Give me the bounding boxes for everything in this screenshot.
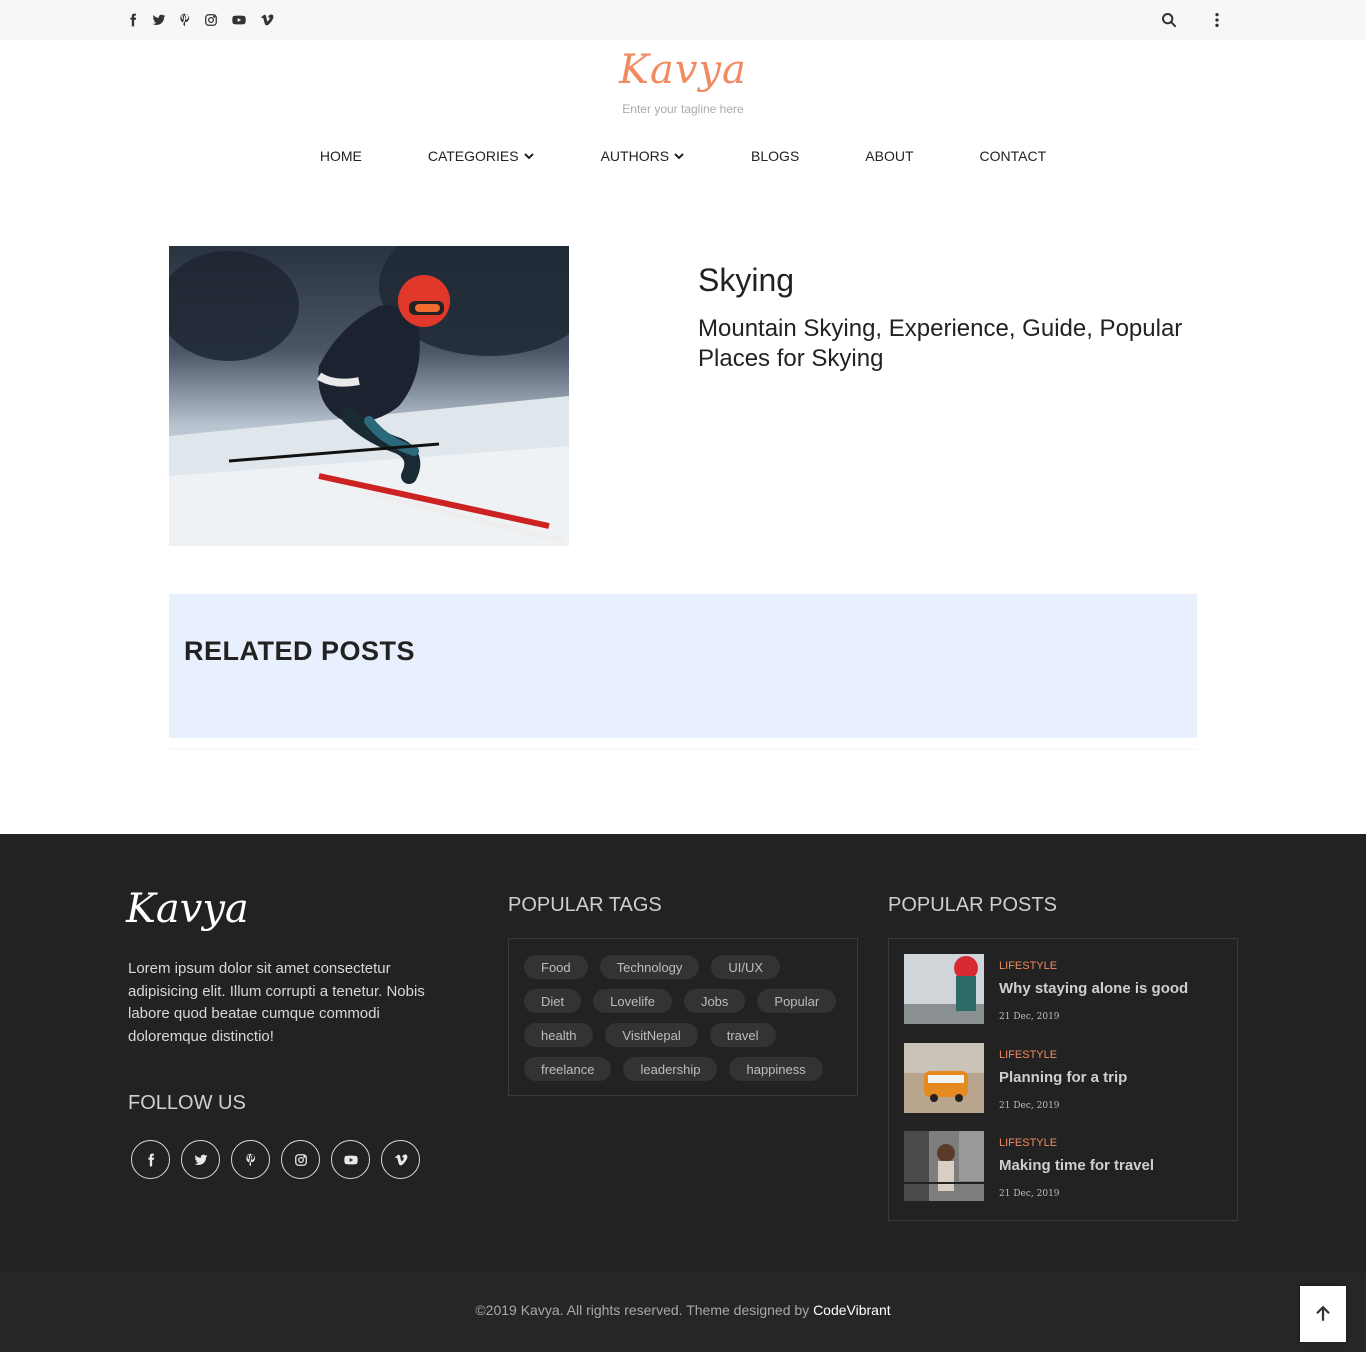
nav-about[interactable]: ABOUT	[865, 148, 913, 164]
youtube-icon[interactable]	[230, 13, 248, 27]
section-divider	[169, 748, 1197, 750]
tag-item[interactable]: Food	[524, 955, 588, 979]
vimeo-icon[interactable]	[260, 13, 274, 27]
site-footer: Kavya Lorem ipsum dolor sit amet consect…	[0, 834, 1366, 1272]
post-title-link[interactable]: Planning for a trip	[999, 1069, 1127, 1086]
popular-post-item[interactable]: LIFESTYLE Making time for travel 21 Dec,…	[904, 1131, 1234, 1201]
popular-post-item[interactable]: LIFESTYLE Planning for a trip 21 Dec, 20…	[904, 1043, 1234, 1113]
footer-follow-heading: FOLLOW US	[128, 1092, 246, 1114]
post-thumbnail[interactable]	[904, 954, 984, 1024]
nav-home[interactable]: HOME	[320, 148, 362, 164]
nav-home-label: HOME	[319, 148, 362, 164]
twitter-icon[interactable]	[181, 1140, 220, 1179]
related-posts-section: RELATED POSTS	[169, 594, 1197, 738]
tag-item[interactable]: Popular	[757, 989, 837, 1013]
search-icon[interactable]	[1160, 11, 1178, 29]
nav-blogs[interactable]: BLOGS	[751, 148, 799, 164]
pinterest-icon[interactable]	[178, 13, 192, 27]
post-category[interactable]: LIFESTYLE	[999, 1049, 1057, 1061]
related-posts-heading: RELATED POSTS	[184, 636, 416, 666]
tag-item[interactable]: Lovelife	[593, 989, 672, 1013]
main-navigation: HOME CATEGORIES AUTHORS BLOGS ABOUT CONT…	[0, 148, 1366, 164]
nav-about-label: ABOUT	[865, 148, 914, 164]
top-bar	[0, 0, 1366, 40]
back-to-top-button[interactable]	[1300, 1286, 1346, 1342]
chevron-down-icon	[523, 153, 534, 160]
popular-post-item[interactable]: LIFESTYLE Why staying alone is good 21 D…	[904, 954, 1234, 1024]
popular-posts-list: LIFESTYLE Why staying alone is good 21 D…	[888, 938, 1238, 1221]
post-title: Skying	[698, 262, 795, 298]
nav-categories-label: CATEGORIES	[427, 148, 519, 164]
footer-logo[interactable]: Kavya	[126, 886, 249, 932]
site-tagline: Enter your tagline here	[622, 102, 744, 116]
youtube-icon[interactable]	[331, 1140, 370, 1179]
post-subtitle: Mountain Skying, Experience, Guide, Popu…	[698, 315, 1183, 372]
tag-item[interactable]: health	[524, 1023, 594, 1047]
facebook-icon[interactable]	[131, 1140, 170, 1179]
nav-authors[interactable]: AUTHORS	[601, 148, 685, 164]
tag-item[interactable]: VisitNepal	[605, 1023, 698, 1047]
vimeo-icon[interactable]	[381, 1140, 420, 1179]
designer-link[interactable]: CodeVibrant	[813, 1302, 891, 1318]
nav-contact[interactable]: CONTACT	[980, 148, 1047, 164]
site-brand: Kavya Enter your tagline here	[0, 44, 1366, 116]
footer-about-text: Lorem ipsum dolor sit amet consectetur a…	[128, 960, 425, 1045]
post-thumbnail[interactable]	[904, 1043, 984, 1113]
instagram-icon[interactable]	[281, 1140, 320, 1179]
tag-item[interactable]: Technology	[599, 955, 700, 979]
post-featured-image	[169, 246, 569, 546]
post-title-link[interactable]: Why staying alone is good	[999, 980, 1188, 997]
copyright-label: ©2019 Kavya. All rights reserved. Theme …	[475, 1302, 814, 1318]
copyright-text: ©2019 Kavya. All rights reserved. Theme …	[0, 1302, 1366, 1318]
tag-item[interactable]: freelance	[524, 1057, 612, 1081]
post-title-link[interactable]: Making time for travel	[999, 1157, 1154, 1174]
arrow-up-icon	[1316, 1305, 1330, 1321]
site-logo[interactable]: Kavya	[0, 44, 1366, 96]
post-date: 21 Dec, 2019	[999, 1189, 1060, 1199]
tag-item[interactable]: happiness	[729, 1057, 823, 1081]
chevron-down-icon	[674, 153, 684, 160]
post-category[interactable]: LIFESTYLE	[999, 1137, 1057, 1149]
popular-posts-heading: POPULAR POSTS	[888, 894, 1057, 916]
topbar-social-links	[126, 0, 274, 40]
post-category[interactable]: LIFESTYLE	[999, 960, 1057, 972]
footer-bottom-bar: ©2019 Kavya. All rights reserved. Theme …	[0, 1272, 1366, 1352]
more-vertical-icon[interactable]	[1208, 11, 1226, 29]
nav-authors-label: AUTHORS	[600, 148, 670, 164]
facebook-icon[interactable]	[126, 13, 140, 27]
nav-categories[interactable]: CATEGORIES	[428, 148, 535, 164]
post-thumbnail[interactable]	[904, 1131, 984, 1201]
tag-item[interactable]: Diet	[524, 989, 582, 1013]
twitter-icon[interactable]	[152, 13, 166, 27]
instagram-icon[interactable]	[204, 13, 218, 27]
post-date: 21 Dec, 2019	[999, 1012, 1060, 1022]
tag-item[interactable]: leadership	[623, 1057, 718, 1081]
pinterest-icon[interactable]	[231, 1140, 270, 1179]
topbar-actions	[1160, 0, 1226, 40]
popular-tags-list: Food Technology UI/UX Diet Lovelife Jobs…	[508, 938, 858, 1096]
tag-item[interactable]: UI/UX	[711, 955, 781, 979]
tag-item[interactable]: travel	[709, 1023, 776, 1047]
footer-social-links	[131, 1140, 420, 1179]
post-date: 21 Dec, 2019	[999, 1101, 1060, 1111]
popular-tags-heading: POPULAR TAGS	[508, 894, 662, 916]
nav-contact-label: CONTACT	[979, 148, 1047, 164]
tag-item[interactable]: Jobs	[683, 989, 746, 1013]
nav-blogs-label: BLOGS	[751, 148, 800, 164]
